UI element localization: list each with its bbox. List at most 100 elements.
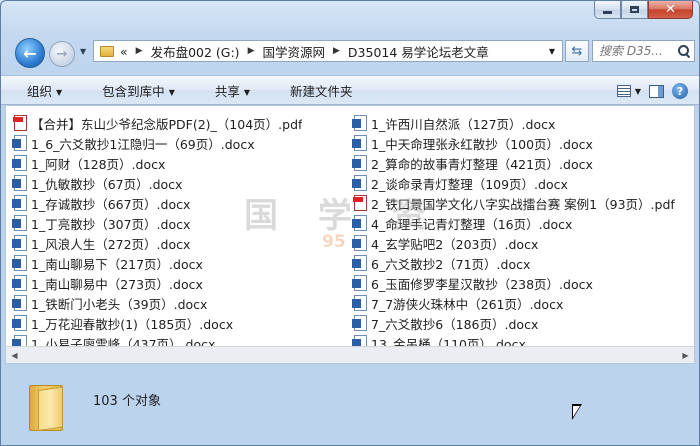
address-overflow[interactable]: « [118,44,130,59]
word-document-icon [12,315,27,331]
minimize-icon [603,11,612,14]
address-bar[interactable]: « ▶ 发布盘002 (G:) ▶ 国学资源网 ▶ D35014 易学论坛老文章… [93,40,563,62]
details-pane: 103 个对象 [1,367,699,445]
forward-button[interactable]: → [49,41,75,67]
file-name: 1_许西川自然派（127页）.docx [371,116,556,132]
file-item[interactable]: 1_铁断门小老头（39页）.docx [12,293,344,313]
address-segment-folder[interactable]: 国学资源网 [260,42,327,61]
navigation-bar: ← → ▼ « ▶ 发布盘002 (G:) ▶ 国学资源网 ▶ D35014 易… [9,36,695,68]
word-document-icon [12,235,27,251]
file-name: 1_南山聊易下（217页）.docx [31,256,203,272]
address-separator[interactable]: ▶ [327,46,346,56]
file-item[interactable]: 1_南山聊易中（273页）.docx [12,273,344,293]
close-button[interactable]: ✕ [648,1,693,19]
file-item[interactable]: 1_万花迎春散抄(1)（185页）.docx [12,313,344,333]
organize-label: 组织 [27,83,53,99]
horizontal-scrollbar[interactable]: ◀ ▶ [6,346,694,363]
word-document-icon [352,255,367,271]
share-label: 共享 [214,83,240,99]
maximize-icon [630,6,639,13]
file-item[interactable]: 2_算命的故事青灯整理（421页）.docx [352,153,684,173]
word-document-icon [352,235,367,251]
preview-pane-icon [649,84,664,98]
address-separator[interactable]: ▶ [242,46,261,56]
scroll-right-button[interactable]: ▶ [677,347,694,363]
file-name: 7_六爻散抄6（186页）.docx [371,316,539,332]
folder-icon [100,45,114,57]
word-document-icon [352,315,367,331]
word-document-icon [12,255,27,271]
file-item[interactable]: 6_六爻散抄2（71页）.docx [352,253,684,273]
word-document-icon [352,155,367,171]
include-library-label: 包含到库中 [102,83,165,99]
file-name: 1_存诚散抄（667页）.docx [31,196,191,212]
watermark-number: 95 [322,232,346,252]
file-name: 6_六爻散抄2（71页）.docx [371,256,531,272]
help-button[interactable]: ? [671,79,689,103]
chevron-left-icon: ◀ [11,350,18,360]
word-document-icon [12,295,27,311]
word-document-icon [352,115,367,131]
address-separator[interactable]: ▶ [130,46,149,56]
scroll-left-button[interactable]: ◀ [6,347,23,363]
file-item[interactable]: 1_中天命理张永红散抄（100页）.docx [352,133,684,153]
file-name: 1_中天命理张永红散抄（100页）.docx [371,136,593,152]
file-item[interactable]: 1_南山聊易下（217页）.docx [12,253,344,273]
new-folder-label: 新建文件夹 [290,83,353,99]
file-name: 1_仇敏散抄（67页）.docx [31,176,183,192]
back-arrow-icon: ← [23,43,37,63]
view-controls: ▼ ? [616,79,689,103]
file-name: 2_算命的故事青灯整理（421页）.docx [371,156,593,172]
file-name: 1_阿财（128页）.docx [31,156,166,172]
maximize-button[interactable] [621,1,648,19]
minimize-button[interactable] [594,1,621,19]
word-document-icon [352,295,367,311]
organize-menu[interactable]: 组织 ▼ [1,81,76,100]
file-name: 6_玉面修罗李星汉散抄（238页）.docx [371,276,593,292]
word-document-icon [12,175,27,191]
file-item[interactable]: 6_玉面修罗李星汉散抄（238页）.docx [352,273,684,293]
file-list[interactable]: 【合并】东山少爷纪念版PDF(2)_（104页）.pdf 1_6_六爻散抄1江隐归… [5,105,695,364]
word-document-icon [12,215,27,231]
file-name: 【合并】东山少爷纪念版PDF(2)_（104页）.pdf [31,116,303,132]
file-item[interactable]: 1_许西川自然派（127页）.docx [352,113,684,133]
chevron-down-icon: ▼ [168,87,175,97]
search-input[interactable] [593,44,677,58]
file-item[interactable]: 7_六爻散抄6（186页）.docx [352,313,684,333]
folder-icon [29,385,63,431]
file-item[interactable]: 【合并】东山少爷纪念版PDF(2)_（104页）.pdf [13,113,344,133]
preview-pane-button[interactable] [648,79,665,103]
forward-arrow-icon: → [56,46,68,62]
help-icon: ? [672,83,688,99]
file-name: 1_万花迎春散抄(1)（185页）.docx [31,316,234,332]
word-document-icon [352,135,367,151]
refresh-button[interactable]: ⇆ [565,40,589,62]
recent-pages-dropdown[interactable]: ▼ [80,47,86,56]
close-icon: ✕ [665,2,676,17]
caption-buttons: ✕ [594,1,693,19]
change-view-button[interactable]: ▼ [616,79,642,103]
address-segment-drive[interactable]: 发布盘002 (G:) [149,42,242,61]
item-count: 103 个对象 [93,394,161,409]
include-in-library-menu[interactable]: 包含到库中 ▼ [76,81,189,100]
address-segment-current[interactable]: D35014 易学论坛老文章 [346,42,491,61]
address-dropdown-button[interactable]: ▼ [541,41,562,61]
watermark: 国 学 资 [244,196,440,236]
word-document-icon [12,275,27,291]
file-item[interactable]: 1_6_六爻散抄1江隐归一（69页）.docx [12,133,344,153]
file-name: 7_7游侠火珠林中（261页）.docx [371,296,564,312]
file-item[interactable]: 1_阿财（128页）.docx [12,153,344,173]
file-name: 1_南山聊易中（273页）.docx [31,276,203,292]
file-name: 1_风浪人生（272页）.docx [31,236,191,252]
search-box [592,40,695,62]
new-folder-button[interactable]: 新建文件夹 [264,81,367,100]
back-button[interactable]: ← [15,38,45,68]
explorer-window: ✕ ← → ▼ « ▶ 发布盘002 (G:) ▶ 国学资源网 ▶ D35014… [0,0,700,446]
chevron-down-icon: ▼ [634,86,641,96]
search-icon[interactable] [677,44,691,58]
pdf-file-icon [13,115,27,131]
word-document-icon [352,275,367,291]
share-menu[interactable]: 共享 ▼ [189,81,264,100]
file-item[interactable]: 7_7游侠火珠林中（261页）.docx [352,293,684,313]
file-name: 1_铁断门小老头（39页）.docx [31,296,208,312]
